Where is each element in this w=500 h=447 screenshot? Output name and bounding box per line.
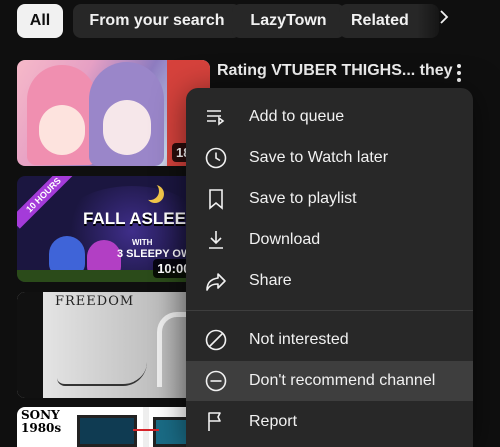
flag-icon <box>208 412 221 431</box>
chevron-right-icon[interactable] <box>436 9 452 25</box>
menu-item-add-to-queue[interactable]: Add to queue <box>186 97 473 137</box>
menu-item-label: Don't recommend channel <box>249 372 436 389</box>
menu-item-label: Not interested <box>249 331 349 348</box>
menu-item-not-interested[interactable]: Not interested <box>186 320 473 360</box>
bookmark-icon <box>209 189 223 210</box>
menu-item-save-playlist[interactable]: Save to playlist <box>186 179 473 219</box>
menu-item-label: Save to playlist <box>249 190 357 207</box>
chip-all[interactable]: All <box>17 4 63 38</box>
video-thumbnail[interactable]: SONY 1980s <box>17 407 210 447</box>
menu-divider <box>186 310 473 311</box>
video-thumbnail[interactable]: FREEDOM 2: <box>17 292 210 398</box>
add-to-queue-icon <box>207 110 225 126</box>
clock-icon <box>205 147 227 169</box>
menu-item-dont-recommend[interactable]: Don't recommend channel <box>186 361 473 401</box>
menu-item-share[interactable]: Share <box>186 261 473 301</box>
thumbnail-text: SONY 1980s <box>21 408 62 435</box>
video-context-menu: Add to queue Save to Watch later Save to… <box>186 88 473 447</box>
filter-chips-bar: All From your search LazyTown Related <box>17 4 500 38</box>
chip-from-your-search[interactable]: From your search <box>73 4 241 38</box>
thumbnail-text: FREEDOM <box>55 294 135 309</box>
download-icon <box>209 231 223 249</box>
block-icon <box>205 329 227 351</box>
video-thumbnail[interactable]: 10 HOURS FALL ASLEE INSTANTL WITH 3 SLEE… <box>17 176 210 282</box>
menu-item-label: Report <box>249 413 298 430</box>
menu-item-report[interactable]: Report <box>186 402 473 442</box>
video-thumbnail[interactable]: 18:1 <box>17 60 210 166</box>
menu-item-label: Save to Watch later <box>249 149 389 166</box>
menu-item-label: Add to queue <box>249 108 345 125</box>
share-icon <box>206 273 226 291</box>
menu-item-label: Share <box>249 272 292 289</box>
video-title[interactable]: Rating VTUBER THIGHS... they <box>217 62 453 80</box>
menu-item-label: Download <box>249 231 321 248</box>
minus-circle-icon <box>205 370 227 392</box>
thumbnail-with-text: WITH <box>132 238 153 247</box>
kebab-menu-icon[interactable] <box>452 62 466 82</box>
menu-item-save-watch-later[interactable]: Save to Watch later <box>186 138 473 178</box>
menu-item-download[interactable]: Download <box>186 220 473 260</box>
chip-lazytown[interactable]: LazyTown <box>232 4 345 38</box>
